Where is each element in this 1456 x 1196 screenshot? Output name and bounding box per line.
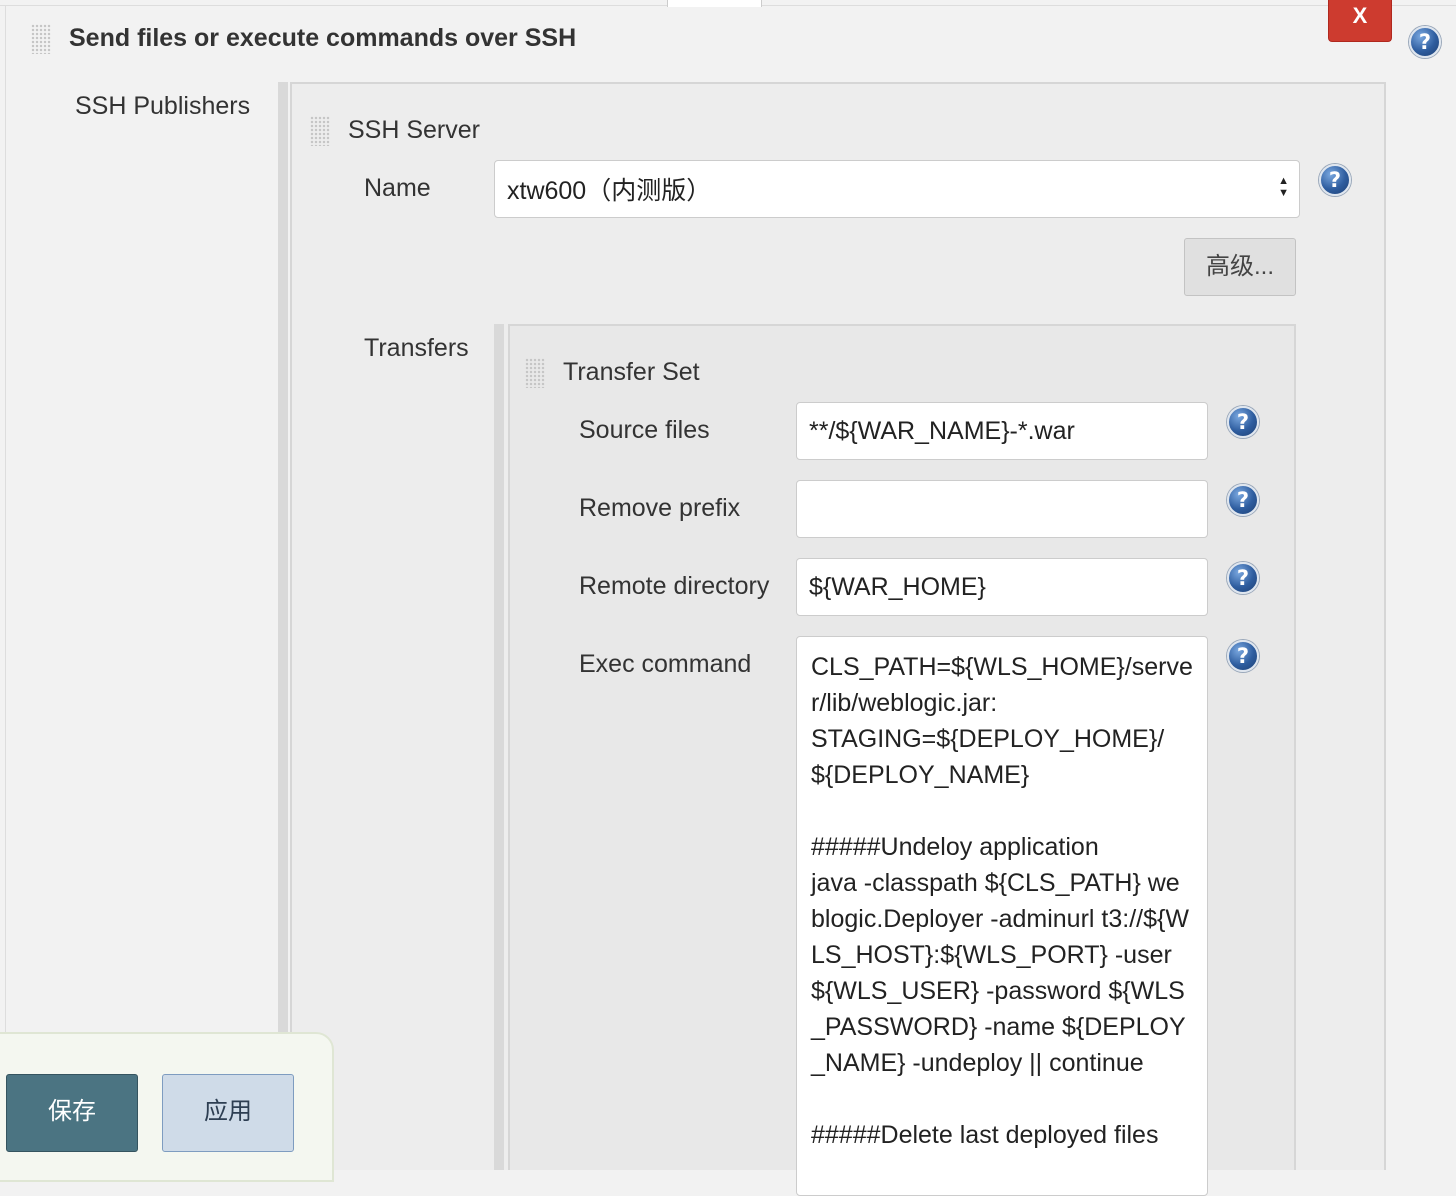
publishers-drag-bar [278,82,288,1170]
remote-directory-input[interactable]: ${WAR_HOME} [796,558,1208,616]
help-icon[interactable]: ? [1227,562,1259,594]
source-files-input[interactable]: **/${WAR_NAME}-*.war [796,402,1208,460]
transfers-label: Transfers [364,334,469,362]
save-button[interactable]: 保存 [6,1074,138,1152]
exec-command-textarea[interactable]: CLS_PATH=${WLS_HOME}/server/lib/weblogic… [796,636,1208,1196]
left-divider [5,6,6,1170]
remove-prefix-input[interactable] [796,480,1208,538]
drag-handle-icon[interactable] [525,358,545,388]
remote-directory-value: ${WAR_HOME} [809,572,986,601]
select-arrows-icon: ▲ ▼ [1278,175,1289,199]
remote-directory-label: Remote directory [579,572,770,600]
drag-handle-icon[interactable] [31,24,51,54]
drag-handle-icon[interactable] [310,116,330,146]
section-title: Send files or execute commands over SSH [69,24,577,52]
close-icon: X [1352,3,1368,28]
top-tab[interactable] [667,0,762,7]
help-icon[interactable]: ? [1409,26,1441,58]
source-files-value: **/${WAR_NAME}-*.war [809,416,1075,445]
ssh-server-name-select[interactable]: xtw600（内测版） ▲ ▼ [494,160,1300,218]
delete-section-button[interactable]: X [1328,0,1392,42]
name-label: Name [364,174,431,202]
ssh-server-name-value: xtw600（内测版） [507,177,712,205]
apply-button[interactable]: 应用 [162,1074,294,1152]
exec-command-label: Exec command [579,650,752,678]
ssh-publishers-label: SSH Publishers [75,92,251,120]
source-files-label: Source files [579,416,710,444]
help-icon[interactable]: ? [1227,484,1259,516]
help-icon[interactable]: ? [1227,406,1259,438]
help-icon[interactable]: ? [1319,164,1351,196]
help-icon[interactable]: ? [1227,640,1259,672]
transfers-drag-bar [494,324,504,1170]
ssh-server-title: SSH Server [348,116,480,144]
remove-prefix-label: Remove prefix [579,494,741,522]
advanced-button[interactable]: 高级... [1184,238,1296,296]
transfer-set-title: Transfer Set [563,358,700,386]
